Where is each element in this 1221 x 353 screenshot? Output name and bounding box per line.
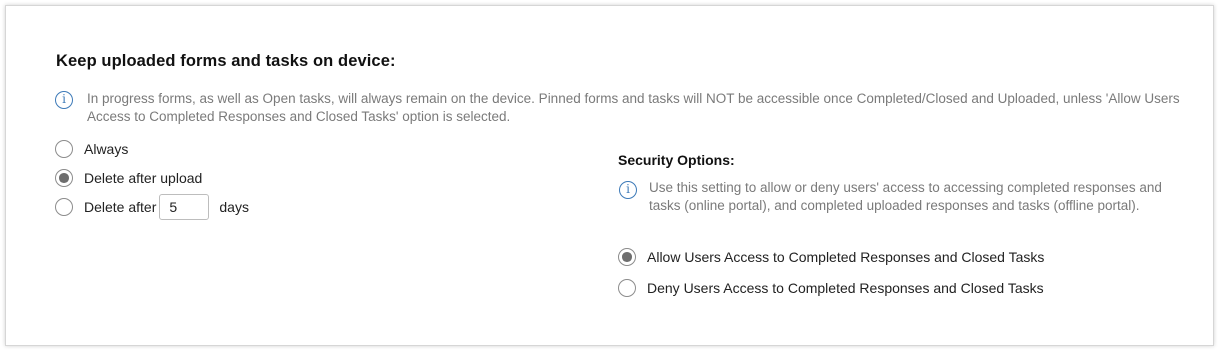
security-info-text: Use this setting to allow or deny users'…	[649, 180, 1162, 213]
radio-always[interactable]: Always	[55, 138, 128, 160]
radio-button[interactable]	[55, 140, 73, 158]
radio-allow-access[interactable]: Allow Users Access to Completed Response…	[618, 246, 1044, 268]
radio-label-always: Always	[84, 141, 129, 157]
days-unit-label: days	[219, 199, 249, 215]
radio-button[interactable]	[55, 169, 73, 187]
keep-forms-title: Keep uploaded forms and tasks on device:	[56, 52, 396, 70]
settings-panel: Keep uploaded forms and tasks on device:…	[5, 5, 1214, 346]
radio-label-allow-access: Allow Users Access to Completed Response…	[647, 249, 1045, 265]
security-options-title: Security Options:	[618, 152, 735, 168]
radio-label-delete-after-upload: Delete after upload	[84, 170, 203, 186]
radio-button[interactable]	[55, 198, 73, 216]
keep-forms-info-text: In progress forms, as well as Open tasks…	[87, 91, 1180, 124]
info-icon: i	[619, 181, 637, 199]
info-icon: i	[55, 91, 73, 109]
radio-delete-after-days[interactable]: Delete after days	[55, 194, 249, 220]
radio-label-deny-access: Deny Users Access to Completed Responses…	[647, 280, 1044, 296]
radio-label-delete-after: Delete after	[84, 199, 157, 215]
radio-deny-access[interactable]: Deny Users Access to Completed Responses…	[618, 277, 1044, 299]
days-input[interactable]	[159, 194, 210, 220]
radio-delete-after-upload[interactable]: Delete after upload	[55, 167, 202, 189]
radio-button[interactable]	[618, 279, 636, 297]
radio-button[interactable]	[618, 248, 636, 266]
